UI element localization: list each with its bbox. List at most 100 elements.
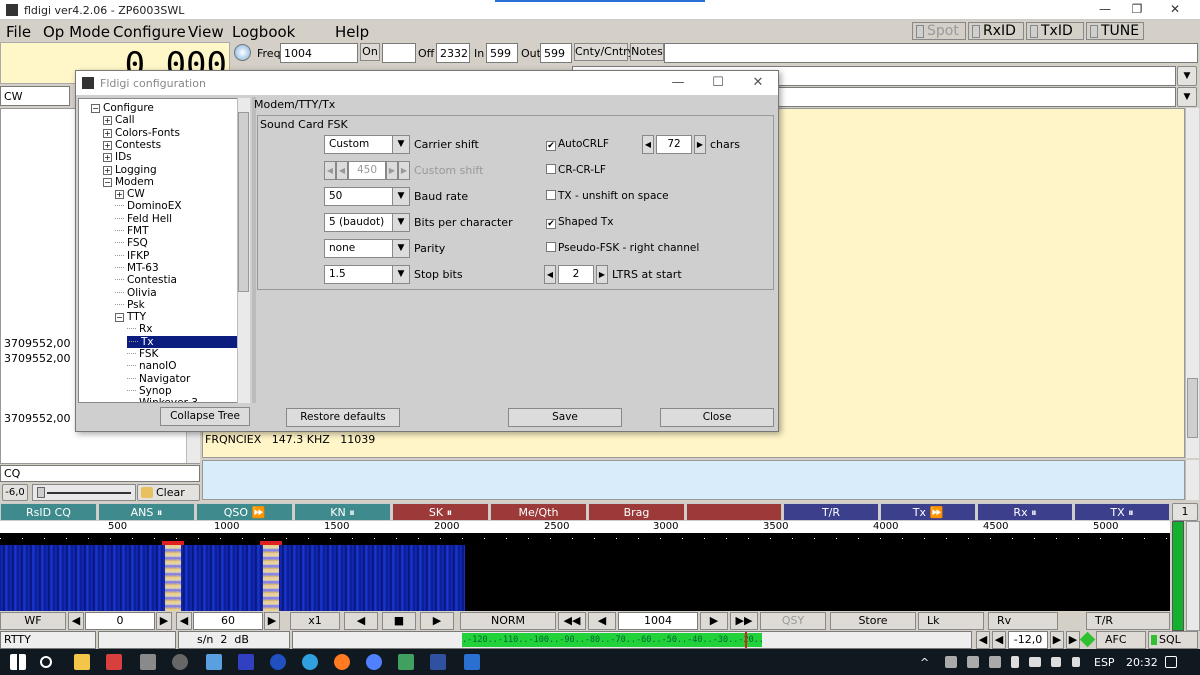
chevron-down-icon[interactable]: ▼	[392, 213, 410, 232]
chevron-left-icon[interactable]: ◀	[68, 612, 84, 630]
crcrlf-checkbox[interactable]: CR-CR-LF	[546, 164, 606, 176]
expand-icon[interactable]: +	[103, 165, 112, 175]
tree-item-tty[interactable]: − TTY	[115, 311, 146, 323]
macro-button-10[interactable]: Tx ⏩	[880, 503, 976, 521]
app-icon[interactable]	[398, 654, 414, 670]
cq-field[interactable]: CQ	[0, 465, 200, 482]
collapse-icon[interactable]: −	[91, 104, 100, 113]
level-input[interactable]: -12,0	[1008, 631, 1048, 649]
splitter[interactable]	[252, 97, 256, 403]
ltrs-spinner[interactable]: ◀ 2 ▶	[544, 265, 608, 284]
tree-item-navigator[interactable]: Navigator	[127, 373, 190, 385]
chevron-down-icon[interactable]: ▼	[1177, 87, 1197, 107]
tree-item-dominoex[interactable]: DominoEX	[115, 200, 182, 212]
chevron-down-icon[interactable]: ▼	[392, 135, 410, 154]
unshift-check-icon[interactable]	[546, 190, 556, 200]
expand-icon[interactable]: +	[103, 128, 112, 138]
cnty-button[interactable]: Cnty/Cntry	[574, 43, 634, 61]
tree-item-contestia[interactable]: Contestia	[115, 274, 177, 286]
carrier-shift-select[interactable]: Custom ▼	[324, 135, 410, 154]
chevron-right-icon[interactable]: ▶	[420, 612, 454, 630]
tray-icon[interactable]	[989, 656, 1001, 668]
rx-scrollbar[interactable]	[1185, 108, 1199, 458]
tree-scrollbar[interactable]	[237, 98, 250, 403]
transmit-text-pane[interactable]	[202, 460, 1185, 500]
tree-item-logging[interactable]: + Logging	[103, 164, 157, 176]
wf-mode-button[interactable]: WF	[0, 612, 66, 630]
macro-button-2[interactable]: ANS ⏸	[98, 503, 195, 521]
chars-value[interactable]: 72	[656, 135, 692, 154]
menu-configure[interactable]: Configure	[113, 23, 186, 41]
tray-icon[interactable]	[967, 656, 979, 668]
chevron-right-icon[interactable]: ▶	[264, 612, 280, 630]
app-icon[interactable]	[172, 654, 188, 670]
qsy-button[interactable]: QSY	[760, 612, 826, 630]
macro-button-1[interactable]: RsID CQ	[0, 503, 97, 521]
slider-handle[interactable]	[37, 487, 45, 498]
macro-button-11[interactable]: Rx ⏸	[977, 503, 1073, 521]
notifications-icon[interactable]	[1165, 656, 1177, 668]
clock[interactable]: 20:32	[1126, 656, 1158, 669]
app-icon[interactable]	[270, 654, 286, 670]
bits-select[interactable]: 5 (baudot) ▼	[324, 213, 410, 232]
rst-in-input[interactable]: 599	[486, 43, 518, 63]
custom-shift-value[interactable]: 450	[348, 161, 386, 180]
wf-span-input[interactable]: 60	[193, 612, 263, 630]
menu-op-mode[interactable]: Op Mode	[43, 23, 110, 41]
txid-toggle[interactable]: TxID	[1026, 22, 1084, 40]
chevron-left-icon[interactable]: ◀	[544, 265, 556, 284]
pseudo-fsk-checkbox[interactable]: Pseudo-FSK - right channel	[546, 242, 699, 254]
expand-icon[interactable]: +	[103, 153, 112, 163]
close-window-button[interactable]: ✕	[1160, 2, 1190, 18]
menu-help[interactable]: Help	[335, 23, 369, 41]
chevron-right-icon[interactable]: ▶	[694, 135, 706, 154]
stop-icon[interactable]: ■	[382, 612, 416, 630]
app-icon[interactable]	[238, 654, 254, 670]
lock-toggle[interactable]: Lk	[918, 612, 984, 630]
chevron-right-icon[interactable]: ▶	[700, 612, 728, 630]
list-item[interactable]: 3709552,00	[4, 337, 70, 350]
collapse-tree-button[interactable]: Collapse Tree	[160, 407, 250, 426]
chevron-right-icon[interactable]: ▶	[596, 265, 608, 284]
macro-button-3[interactable]: QSO ⏩	[196, 503, 293, 521]
list-item[interactable]: 3709552,00	[4, 352, 70, 365]
macro-button-7[interactable]: Brag	[588, 503, 685, 521]
macro-button-6[interactable]: Me/Qth	[490, 503, 587, 521]
app-icon[interactable]	[464, 654, 480, 670]
app-icon[interactable]	[206, 654, 222, 670]
baud-rate-select[interactable]: 50 ▼	[324, 187, 410, 206]
unshift-checkbox[interactable]: TX - unshift on space	[546, 190, 669, 202]
browser-icon[interactable]	[302, 654, 318, 670]
notes-input[interactable]	[664, 43, 1198, 63]
restore-defaults-button[interactable]: Restore defaults	[286, 408, 400, 427]
chevron-right-icon[interactable]: ▶	[398, 161, 410, 180]
tree-item-fsk[interactable]: FSK	[127, 348, 158, 360]
chevron-left-icon[interactable]: ◀	[336, 161, 348, 180]
reverse-toggle[interactable]: Rv	[988, 612, 1058, 630]
language-indicator[interactable]: ESP	[1094, 656, 1115, 669]
shaped-tx-checkbox[interactable]: ✔ Shaped Tx	[546, 216, 614, 229]
chevron-down-icon[interactable]: ▼	[1177, 66, 1197, 86]
maximize-button[interactable]: ❐	[1122, 2, 1152, 18]
tree-scroll-thumb[interactable]	[238, 112, 249, 292]
chevron-down-icon[interactable]: ▼	[392, 265, 410, 284]
off-time-input[interactable]: 2332	[436, 43, 470, 63]
tree-item-mt-63[interactable]: MT-63	[115, 262, 159, 274]
speaker-icon[interactable]	[1072, 657, 1080, 667]
tree-item-contests[interactable]: + Contests	[103, 139, 161, 151]
expand-icon[interactable]: +	[115, 190, 124, 200]
expand-icon[interactable]: +	[103, 140, 112, 150]
audio-freq-input[interactable]: 1004	[618, 612, 698, 630]
chevron-left-icon[interactable]: ◀	[642, 135, 654, 154]
menu-view[interactable]: View	[188, 23, 224, 41]
rst-out-input[interactable]: 599	[540, 43, 572, 63]
stop-bits-select[interactable]: 1.5 ▼	[324, 265, 410, 284]
close-button[interactable]: Close	[660, 408, 774, 427]
tray-icon[interactable]	[945, 656, 957, 668]
mode-field[interactable]: CW	[0, 86, 70, 106]
dialog-maximize-button[interactable]: ☐	[704, 75, 732, 90]
chevron-left-icon[interactable]: ◀	[344, 612, 378, 630]
chevron-down-icon[interactable]: ▼	[392, 239, 410, 258]
tree-item-cw[interactable]: + CW	[115, 188, 145, 200]
fast-left-icon[interactable]: ◀◀	[558, 612, 586, 630]
